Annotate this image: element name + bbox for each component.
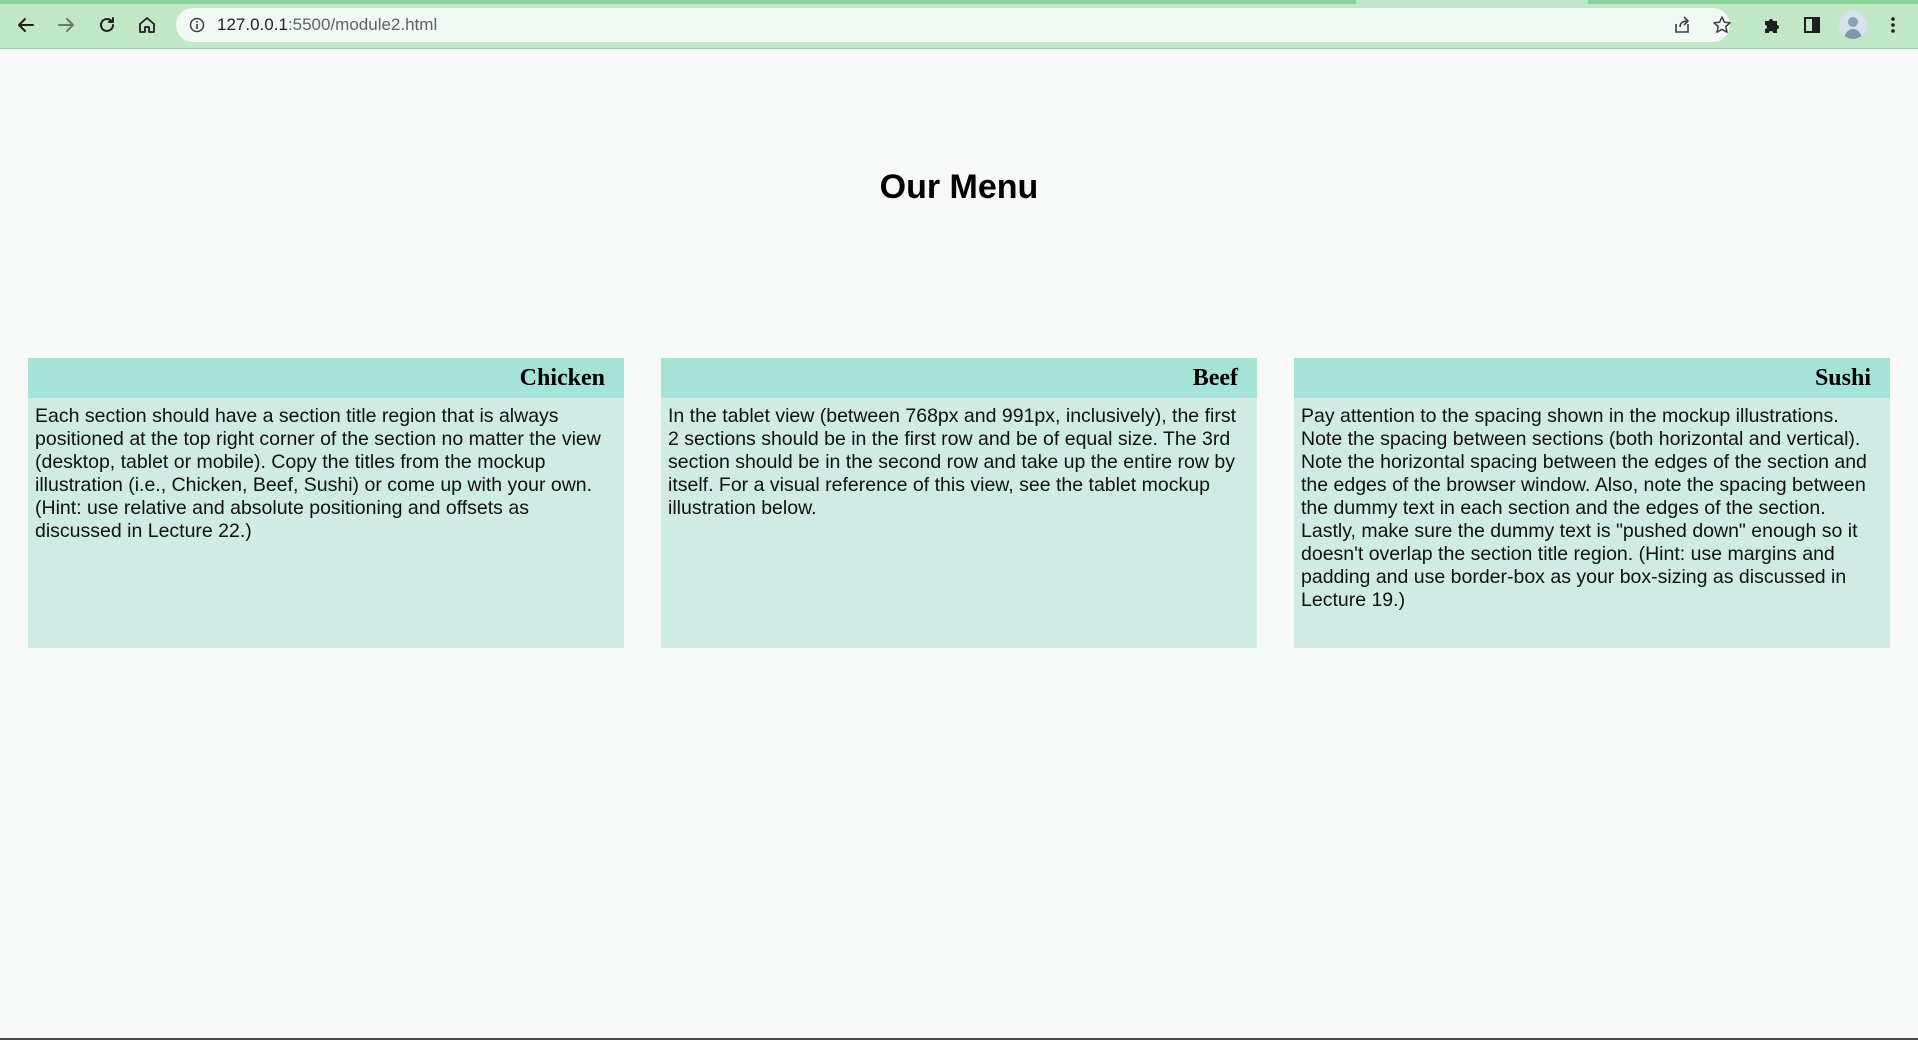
url-host: 127.0.0.1 <box>217 15 288 34</box>
menu-section-chicken: Chicken Each section should have a secti… <box>28 358 624 648</box>
profile-picture <box>1844 17 1862 39</box>
info-icon[interactable] <box>189 17 205 33</box>
avatar[interactable] <box>1839 11 1867 39</box>
kebab-menu-icon <box>1891 17 1895 33</box>
menu-section-sushi: Sushi Pay attention to the spacing shown… <box>1294 358 1890 648</box>
section-title: Beef <box>661 358 1257 398</box>
url-text[interactable]: 127.0.0.1:5500/module2.html <box>217 8 437 42</box>
star-icon[interactable] <box>1712 15 1732 35</box>
section-text: In the tablet view (between 768px and 99… <box>668 405 1236 519</box>
section-title: Chicken <box>28 358 624 398</box>
arrow-right-icon <box>58 18 74 32</box>
side-panel-icon <box>1804 17 1820 33</box>
arrow-left-icon <box>18 18 34 32</box>
back-button[interactable] <box>11 10 41 40</box>
browser-toolbar: 127.0.0.1:5500/module2.html <box>0 0 1918 49</box>
home-button[interactable] <box>132 10 162 40</box>
share-icon[interactable] <box>1672 15 1692 35</box>
reload-button[interactable] <box>92 10 122 40</box>
section-text: Pay attention to the spacing shown in th… <box>1301 405 1867 611</box>
extensions-button[interactable] <box>1757 10 1787 40</box>
address-bar[interactable]: 127.0.0.1:5500/module2.html <box>176 8 1732 42</box>
page-title: Our Menu <box>879 168 1039 206</box>
tab-strip-indicator <box>1588 0 1918 4</box>
home-icon <box>139 17 155 33</box>
menu-section-beef: Beef In the tablet view (between 768px a… <box>661 358 1257 648</box>
section-text: Each section should have a section title… <box>35 405 601 542</box>
forward-button[interactable] <box>51 10 81 40</box>
reload-icon <box>100 17 114 32</box>
menu-button[interactable] <box>1878 10 1908 40</box>
url-path: :5500/module2.html <box>287 15 438 34</box>
puzzle-icon <box>1765 19 1779 33</box>
section-title: Sushi <box>1294 358 1890 398</box>
side-panel-button[interactable] <box>1797 10 1827 40</box>
tab-strip-indicator <box>0 0 1356 4</box>
